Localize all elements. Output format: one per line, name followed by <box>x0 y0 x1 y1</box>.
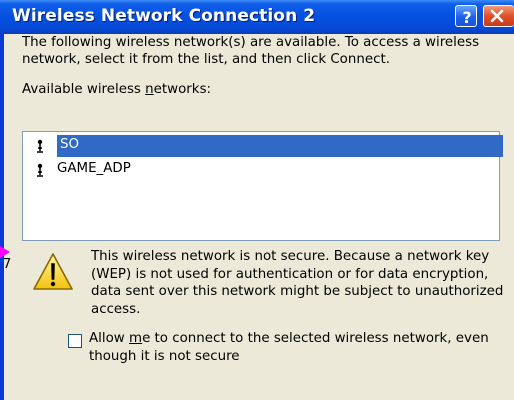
window-title: Wireless Network Connection 2 <box>12 6 316 26</box>
dialog-window: Wireless Network Connection 2 ? The foll… <box>0 0 514 400</box>
network-item-so[interactable]: SO <box>57 135 503 157</box>
intro-text: The following wireless network(s) are av… <box>22 35 480 67</box>
network-name: GAME_ADP <box>57 161 131 176</box>
warning-icon <box>32 252 74 296</box>
allow-insecure-checkbox[interactable] <box>68 334 82 348</box>
close-button[interactable] <box>483 5 514 27</box>
close-icon <box>490 9 504 23</box>
available-networks-label: Available wireless networks: <box>22 82 212 97</box>
network-name: SO <box>60 137 80 152</box>
title-bar[interactable]: Wireless Network Connection 2 ? <box>0 0 514 34</box>
wireless-antenna-icon <box>35 162 45 181</box>
network-item-game-adp[interactable]: GAME_ADP <box>31 159 481 181</box>
side-marker: 7 <box>3 257 12 272</box>
allow-insecure-label[interactable]: Allow me to connect to the selected wire… <box>89 330 489 365</box>
security-warning-text: This wireless network is not secure. Bec… <box>91 249 504 317</box>
svg-text:?: ? <box>462 8 471 27</box>
wireless-antenna-icon <box>35 138 45 157</box>
help-button[interactable]: ? <box>455 5 477 27</box>
network-list[interactable]: SO GAME_ADP <box>22 131 503 241</box>
help-icon: ? <box>462 8 471 27</box>
